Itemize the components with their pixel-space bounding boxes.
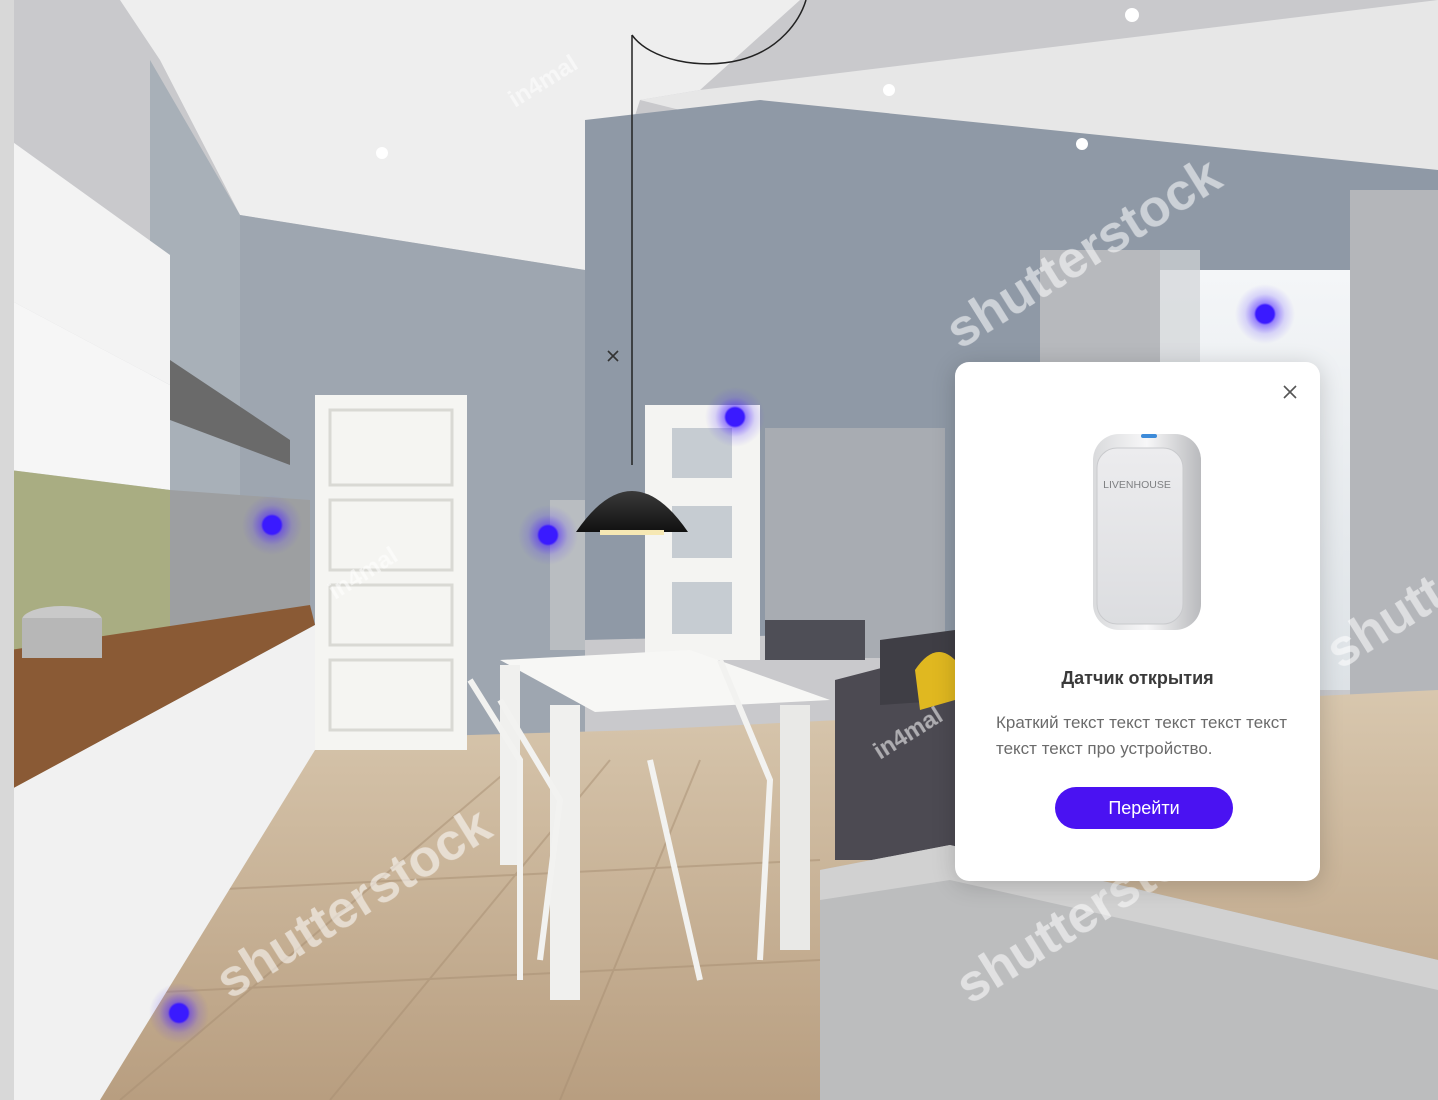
device-brand: LIVENHOUSE — [1103, 479, 1171, 491]
device-popup: LIVENHOUSE Датчик открытия Краткий текст… — [955, 362, 1320, 881]
sensor-hotspot[interactable] — [705, 387, 765, 447]
close-icon[interactable] — [1282, 384, 1298, 400]
close-icon[interactable] — [605, 348, 621, 364]
sensor-hotspot[interactable] — [242, 495, 302, 555]
popup-description: Краткий текст текст текст текст текст те… — [996, 713, 1288, 758]
sensor-hotspot[interactable] — [149, 983, 209, 1043]
go-button[interactable]: Перейти — [1055, 787, 1233, 829]
sensor-hotspot[interactable] — [1235, 284, 1295, 344]
sensor-hotspot[interactable] — [518, 505, 578, 565]
device-image: LIVENHOUSE — [1093, 434, 1201, 630]
popup-title: Датчик открытия — [1061, 668, 1214, 688]
